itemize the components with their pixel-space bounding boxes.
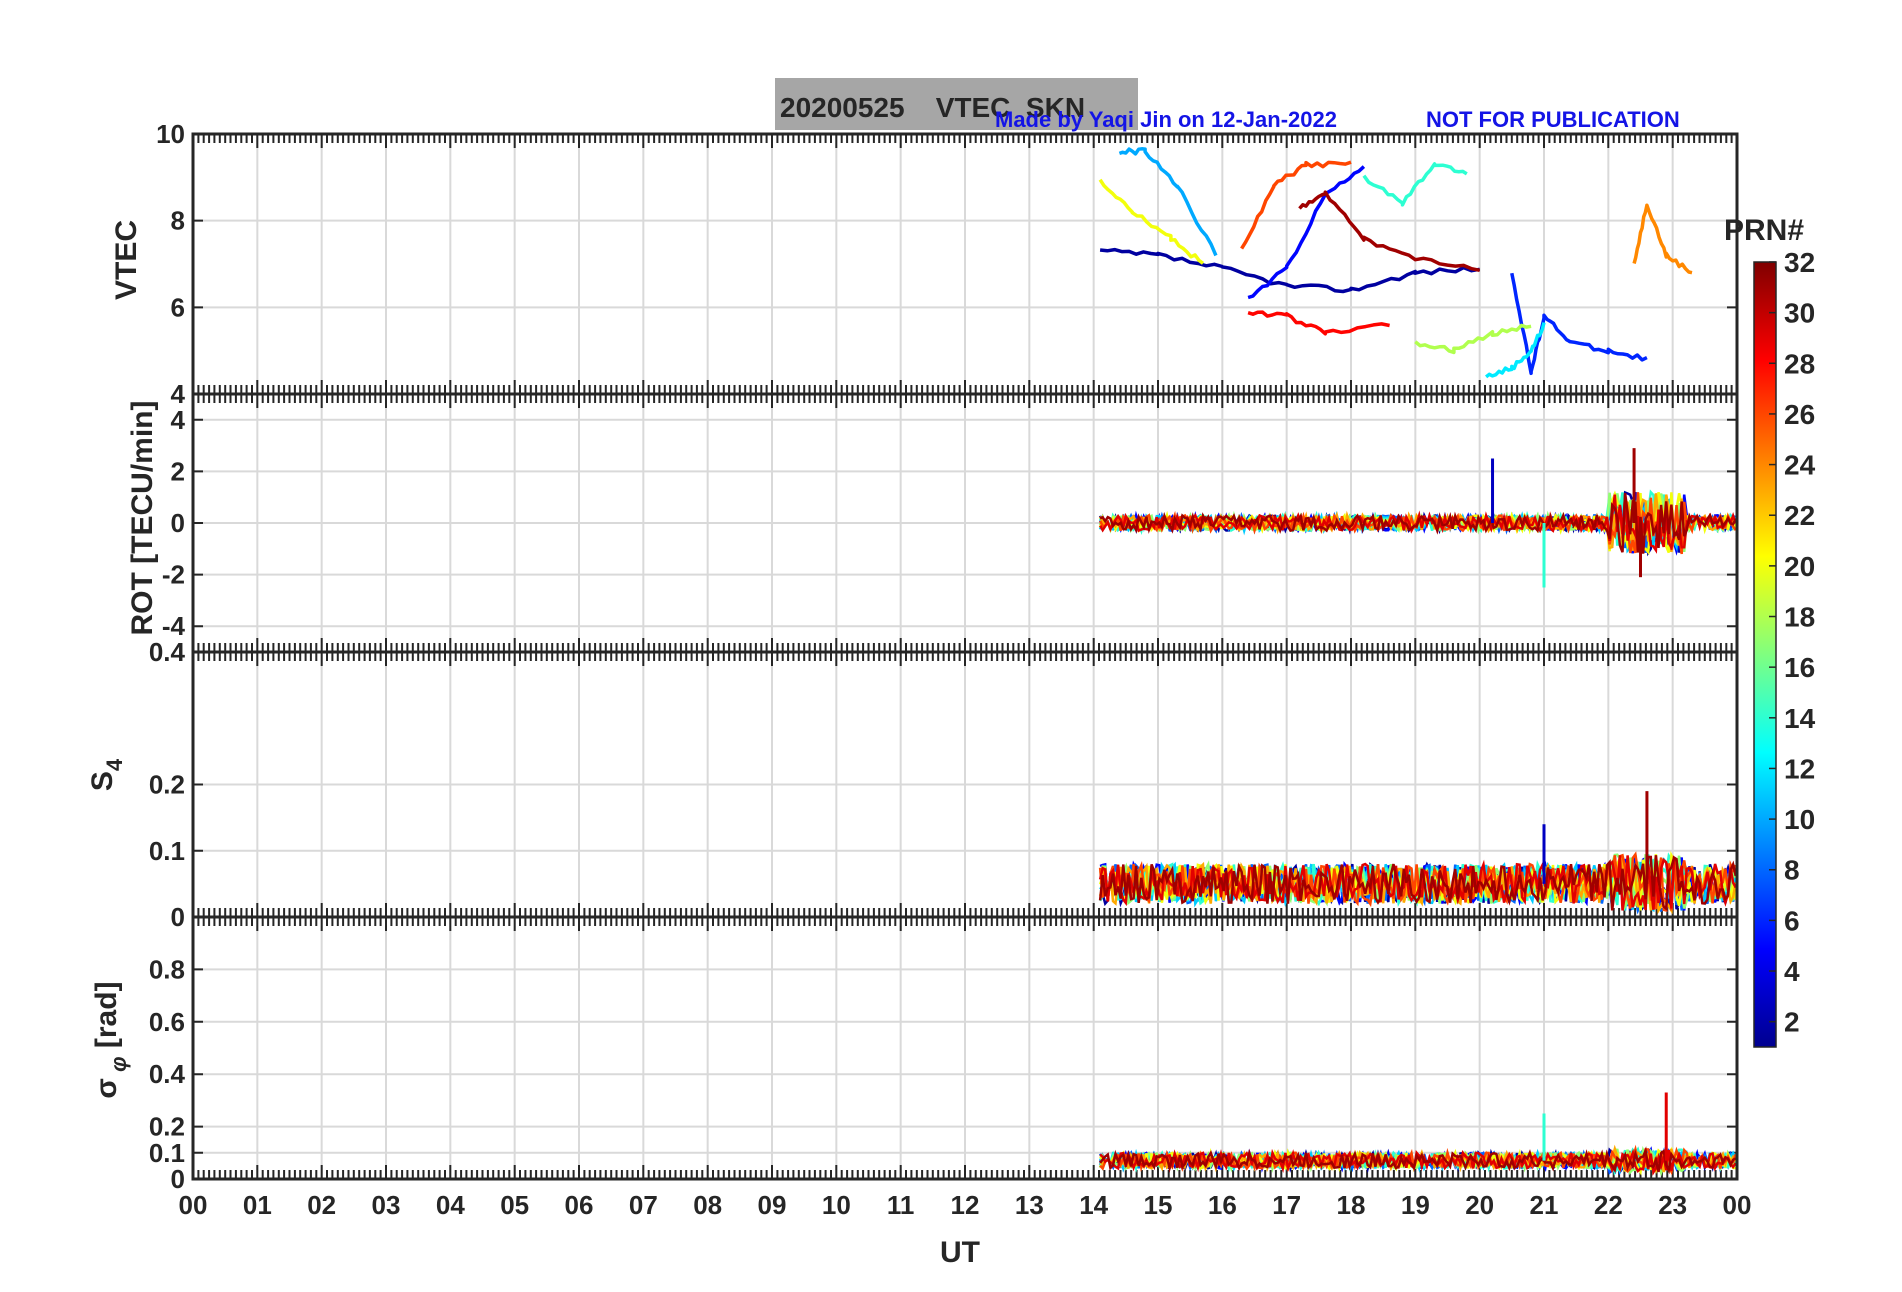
s4-ylabel: S4 <box>86 758 127 791</box>
x-tick-labels: 00 01 02 03 04 05 06 07 08 09 10 11 12 13 14 15 16 17 18 19… <box>179 1190 1752 1220</box>
x-tick-label: 05 <box>500 1190 529 1220</box>
colorbar-tick-label: 14 <box>1784 703 1816 734</box>
x-tick-label: 16 <box>1208 1190 1237 1220</box>
y-tick-label: 0.6 <box>149 1007 185 1037</box>
x-tick-label: 15 <box>1144 1190 1173 1220</box>
y-tick-label: 10 <box>156 119 185 149</box>
colorbar-tick-label: 16 <box>1784 652 1815 683</box>
y-tick-label: 6 <box>171 292 185 322</box>
x-tick-label: 13 <box>1015 1190 1044 1220</box>
x-tick-label: 00 <box>179 1190 208 1220</box>
x-axis-label: UT <box>940 1236 980 1269</box>
y-tick-label: 0.8 <box>149 954 185 984</box>
x-tick-label: 22 <box>1594 1190 1623 1220</box>
x-tick-label: 14 <box>1079 1190 1108 1220</box>
y-tick-label: 0.2 <box>149 1112 185 1142</box>
y-tick-label: 0.4 <box>149 1059 186 1089</box>
rot-ylabel: ROT [TECU/min] <box>126 401 159 636</box>
sigma-phi-panel: 00.10.20.40.60.8 <box>149 915 1739 1194</box>
y-tick-label: 0.1 <box>149 836 185 866</box>
colorbar-label: PRN# <box>1724 214 1804 247</box>
y-tick-label: 0 <box>171 902 185 932</box>
y-tick-label: 0.4 <box>149 637 186 667</box>
x-tick-label: 02 <box>307 1190 336 1220</box>
s4-panel: 0 0.1 0.2 0.4 <box>149 637 1739 932</box>
colorbar-tick-label: 24 <box>1784 450 1816 481</box>
colorbar-tick-label: 4 <box>1784 956 1800 987</box>
x-tick-label: 04 <box>436 1190 465 1220</box>
x-tick-label: 19 <box>1401 1190 1430 1220</box>
sigma-phi-ylabel: σ φ [rad] <box>90 981 131 1098</box>
colorbar-tick-label: 18 <box>1784 602 1815 633</box>
colorbar-tick-label: 30 <box>1784 298 1815 329</box>
x-tick-label: 10 <box>822 1190 851 1220</box>
x-tick-label: 23 <box>1658 1190 1687 1220</box>
colorbar <box>1753 261 1777 1048</box>
colorbar-tick-label: 32 <box>1784 247 1815 278</box>
rot-panel: -4-2024 <box>162 392 1739 654</box>
x-tick-label: 06 <box>565 1190 594 1220</box>
figure: 20200525 VTEC SKN Made by Yaqi Jin on 12… <box>86 78 1816 1269</box>
colorbar-tick-label: 22 <box>1784 500 1815 531</box>
y-tick-label: 2 <box>171 456 185 486</box>
y-tick-label: 4 <box>171 405 186 435</box>
credit-notice: NOT FOR PUBLICATION <box>1426 107 1680 132</box>
svg-text:σ φ [rad]: σ φ [rad] <box>90 981 131 1098</box>
svg-text:S4: S4 <box>86 758 127 791</box>
credit-made-by: Made by Yaqi Jin on 12-Jan-2022 <box>995 107 1337 132</box>
x-tick-label: 12 <box>951 1190 980 1220</box>
x-tick-label: 09 <box>758 1190 787 1220</box>
x-tick-label: 00 <box>1723 1190 1752 1220</box>
colorbar-tick-label: 2 <box>1784 1007 1800 1038</box>
x-tick-label: 17 <box>1272 1190 1301 1220</box>
x-tick-label: 21 <box>1530 1190 1559 1220</box>
x-tick-label: 11 <box>887 1190 915 1220</box>
x-tick-label: 07 <box>629 1190 658 1220</box>
colorbar-tick-label: 26 <box>1784 399 1815 430</box>
colorbar-tick-label: 20 <box>1784 551 1815 582</box>
y-tick-label: 0 <box>171 508 185 538</box>
vtec-ylabel: VTEC <box>110 220 143 300</box>
y-tick-label: 0.2 <box>149 770 185 800</box>
x-tick-label: 18 <box>1337 1190 1366 1220</box>
x-tick-label: 01 <box>243 1190 272 1220</box>
colorbar-tick-label: 10 <box>1784 804 1815 835</box>
x-tick-label: 20 <box>1465 1190 1494 1220</box>
colorbar-tick-label: 8 <box>1784 855 1800 886</box>
x-tick-label: 03 <box>372 1190 401 1220</box>
y-tick-label: -2 <box>162 560 185 590</box>
vtec-panel: 46810 <box>156 119 1739 409</box>
colorbar-tick-label: 6 <box>1784 905 1800 936</box>
y-tick-label: 0.1 <box>149 1138 185 1168</box>
x-tick-label: 08 <box>693 1190 722 1220</box>
colorbar-tick-label: 12 <box>1784 753 1815 784</box>
colorbar-tick-label: 28 <box>1784 348 1815 379</box>
y-tick-label: 8 <box>171 206 185 236</box>
